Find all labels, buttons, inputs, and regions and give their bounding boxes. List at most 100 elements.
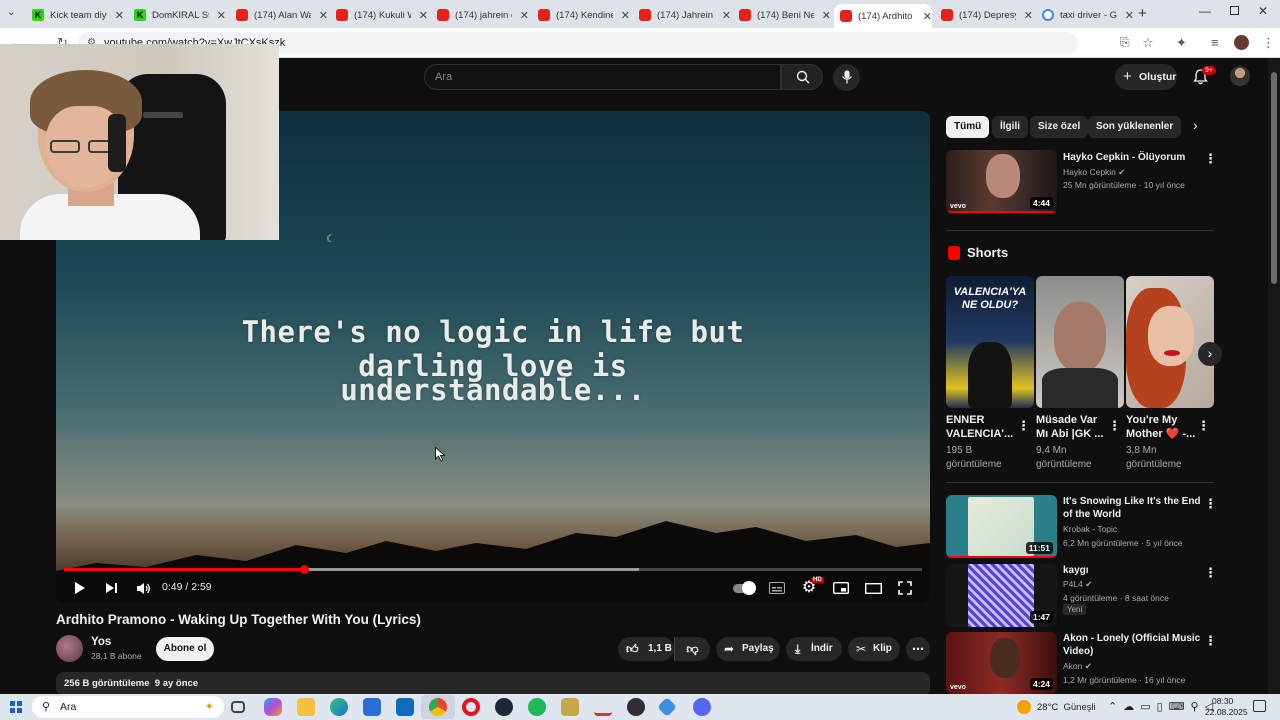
notification-center-icon[interactable] <box>1253 700 1266 712</box>
short-menu-icon-3[interactable]: ⋮ <box>1197 418 1210 434</box>
obs-icon[interactable] <box>627 698 645 716</box>
chrome-icon[interactable] <box>429 698 447 716</box>
settings-button[interactable]: ⚙ HD <box>800 577 824 598</box>
thumbnail-hayko[interactable]: vevo 4:44 <box>946 150 1057 213</box>
chip-related[interactable]: İlgili <box>992 116 1028 138</box>
progress-bar[interactable] <box>64 565 922 574</box>
bookmark-star-icon[interactable]: ☆ <box>1142 35 1154 51</box>
close-tab-icon[interactable]: ✕ <box>217 9 226 22</box>
clip-button[interactable]: ✂ Klip <box>848 637 900 661</box>
chip-all[interactable]: Tümü <box>946 116 990 138</box>
minimize-window-button[interactable]: — <box>1199 4 1211 18</box>
task-view-icon[interactable] <box>231 701 245 713</box>
thumbnail-akon[interactable]: vevo 4:24 <box>946 632 1057 694</box>
search-input[interactable]: Ara <box>424 64 781 90</box>
video-title-kaygi[interactable]: kaygı <box>1063 564 1201 577</box>
install-app-icon[interactable]: ⎘ <box>1120 35 1130 50</box>
page-scrollbar-thumb[interactable] <box>1271 72 1277 284</box>
clock-date[interactable]: 22.08.2025 <box>1205 707 1248 717</box>
chip-for-you[interactable]: Size özel <box>1030 116 1089 138</box>
menu-kebab-icon[interactable]: ⋮ <box>1204 565 1217 581</box>
close-tab-icon[interactable]: ✕ <box>621 9 630 22</box>
search-button[interactable] <box>781 64 823 90</box>
short-title-2[interactable]: Müsade Var Mı Abi |GK ... <box>1036 413 1111 441</box>
browser-tab[interactable]: (174) Depresy ✕ <box>935 4 1033 26</box>
short-thumbnail-3[interactable] <box>1126 276 1214 408</box>
close-tab-icon[interactable]: ✕ <box>520 9 529 22</box>
autoplay-toggle[interactable] <box>732 578 756 598</box>
short-menu-icon-1[interactable]: ⋮ <box>1017 418 1030 434</box>
channel-kaygi[interactable]: P4L4 ✔ <box>1063 579 1092 590</box>
shorts-next-button[interactable]: › <box>1198 342 1222 366</box>
riot-icon[interactable] <box>594 698 612 716</box>
thumbnail-snowing[interactable]: 11:51 <box>946 495 1057 558</box>
outlook-icon[interactable] <box>396 698 414 716</box>
browser-tab[interactable]: (174) jahrein d ✕ <box>431 4 529 26</box>
play-button[interactable] <box>72 578 88 598</box>
video-title-akon[interactable]: Akon - Lonely (Official Music Video) <box>1063 632 1201 658</box>
subtitles-button[interactable] <box>768 578 786 598</box>
browser-tab[interactable]: K Kick team diyo ✕ <box>26 4 124 26</box>
browser-tab[interactable]: (174) Kendine ✕ <box>532 4 630 26</box>
short-menu-icon-2[interactable]: ⋮ <box>1108 418 1121 434</box>
fullscreen-button[interactable] <box>896 578 914 598</box>
league-client-icon[interactable] <box>561 698 579 716</box>
store-icon[interactable] <box>363 698 381 716</box>
close-tab-icon[interactable]: ✕ <box>319 9 328 22</box>
browser-tab[interactable]: K DomKIRAL Stre ✕ <box>128 4 226 26</box>
short-title-3[interactable]: You're My Mother ❤️ -... <box>1126 413 1196 441</box>
extensions-icon[interactable]: ✦ <box>1176 35 1187 51</box>
voice-search-button[interactable] <box>833 64 860 91</box>
restore-window-button[interactable] <box>1230 6 1239 15</box>
miniplayer-button[interactable] <box>832 578 850 598</box>
short-title-1[interactable]: ENNER VALENCIA'... <box>946 413 1021 441</box>
clock-time[interactable]: 08:30 <box>1212 696 1233 706</box>
browser-menu-icon[interactable]: ⋮ <box>1262 35 1275 51</box>
browser-tab[interactable]: (174) Alan Wa ✕ <box>230 4 328 26</box>
profile-avatar[interactable] <box>1234 35 1249 50</box>
weather-text[interactable]: 28°C Güneşli <box>1037 702 1096 713</box>
copilot-icon[interactable] <box>264 698 282 716</box>
channel-avatar[interactable] <box>56 635 83 662</box>
app-icon[interactable] <box>657 697 677 717</box>
theater-mode-button[interactable] <box>864 578 882 598</box>
video-title-snowing[interactable]: It's Snowing Like It's the End of the Wo… <box>1063 495 1201 521</box>
browser-tab[interactable]: (174) Kukuli W ✕ <box>330 4 428 26</box>
spotify-icon[interactable] <box>528 698 546 716</box>
like-button[interactable]: 👍︎ 1,1 B <box>618 637 674 661</box>
channel-akon[interactable]: Akon ✔ <box>1063 661 1092 672</box>
close-tab-icon[interactable]: ✕ <box>419 9 428 22</box>
menu-kebab-icon[interactable]: ⋮ <box>1204 151 1217 167</box>
chips-next-chevron-icon[interactable]: › <box>1193 117 1198 133</box>
next-button[interactable] <box>103 578 119 598</box>
share-button[interactable]: ➦ Paylaş <box>716 637 780 661</box>
tab-list-chevron-icon[interactable]: ⌄ <box>7 7 15 18</box>
create-button[interactable]: + Oluştur <box>1115 64 1177 90</box>
system-tray-icons[interactable]: ⌃☁▭▯⌨⚲◁ <box>1108 700 1219 713</box>
channel-name[interactable]: Yos <box>91 636 111 648</box>
download-button[interactable]: ⤓ İndir <box>786 637 842 661</box>
edge-icon[interactable] <box>330 698 348 716</box>
close-tab-icon[interactable]: ✕ <box>1024 9 1033 22</box>
browser-tab[interactable]: (174) Ardhito ✕ <box>834 4 932 28</box>
browser-tab[interactable]: (174) Beni Ne ✕ <box>733 4 831 26</box>
menu-kebab-icon[interactable]: ⋮ <box>1204 633 1217 649</box>
close-tab-icon[interactable]: ✕ <box>1125 9 1134 22</box>
channel-snowing[interactable]: Krobak - Topic <box>1063 524 1117 534</box>
close-window-button[interactable]: ✕ <box>1258 4 1268 18</box>
browser-tab[interactable]: taxi driver - Go ✕ <box>1036 4 1134 26</box>
browser-tab[interactable]: (174) Jahrein - ✕ <box>633 4 731 26</box>
short-thumbnail-2[interactable] <box>1036 276 1124 408</box>
channel-hayko[interactable]: Hayko Cepkin ✔ <box>1063 167 1125 178</box>
new-tab-button[interactable]: + <box>1138 5 1147 22</box>
reading-list-icon[interactable]: ≡ <box>1211 35 1219 50</box>
opera-icon[interactable] <box>462 698 480 716</box>
windows-start-icon[interactable] <box>10 701 22 713</box>
discord-icon[interactable] <box>693 698 711 716</box>
thumbnail-kaygi[interactable]: 1:47 <box>946 564 1057 627</box>
dislike-button[interactable]: 👎︎ <box>674 637 710 661</box>
volume-button[interactable] <box>134 578 152 598</box>
short-thumbnail-1[interactable]: VALENCIA'YA NE OLDU? <box>946 276 1034 408</box>
description-box[interactable]: 256 B görüntüleme 9 ay önce <box>56 672 930 696</box>
close-tab-icon[interactable]: ✕ <box>722 9 731 22</box>
